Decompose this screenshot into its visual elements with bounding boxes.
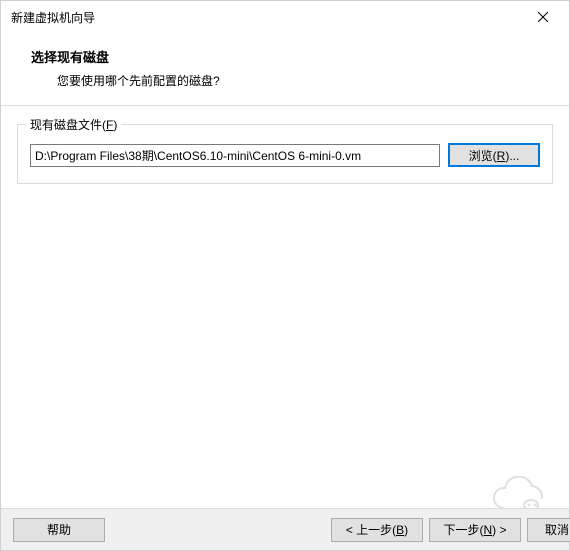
titlebar: 新建虚拟机向导	[1, 1, 569, 33]
back-button[interactable]: < 上一步(B)	[331, 518, 423, 542]
browse-suffix: )...	[505, 149, 519, 163]
browse-prefix: 浏览(	[469, 149, 497, 163]
next-suffix: ) >	[492, 523, 506, 537]
window-title: 新建虚拟机向导	[11, 9, 525, 26]
back-prefix: < 上一步(	[346, 523, 396, 537]
back-suffix: )	[404, 523, 408, 537]
close-icon	[538, 12, 548, 22]
existing-disk-fieldset: 现有磁盘文件(F) 浏览(R)...	[17, 124, 553, 184]
next-prefix: 下一步(	[443, 523, 483, 537]
wizard-header: 选择现有磁盘 您要使用哪个先前配置的磁盘?	[1, 33, 569, 105]
legend-suffix: )	[113, 118, 117, 132]
help-button[interactable]: 帮助	[13, 518, 105, 542]
back-hotkey: B	[396, 523, 404, 537]
browse-button[interactable]: 浏览(R)...	[448, 143, 540, 167]
page-title: 选择现有磁盘	[31, 47, 545, 66]
disk-path-input[interactable]	[30, 144, 440, 167]
cancel-button[interactable]: 取消	[527, 518, 570, 542]
close-button[interactable]	[525, 3, 561, 31]
next-button[interactable]: 下一步(N) >	[429, 518, 521, 542]
page-description: 您要使用哪个先前配置的磁盘?	[57, 72, 545, 89]
legend-prefix: 现有磁盘文件(	[30, 118, 106, 132]
footer: 帮助 < 上一步(B) 下一步(N) > 取消	[1, 508, 569, 550]
disk-path-row: 浏览(R)...	[30, 143, 540, 167]
fieldset-legend: 现有磁盘文件(F)	[26, 116, 121, 133]
next-hotkey: N	[483, 523, 492, 537]
content-area: 现有磁盘文件(F) 浏览(R)...	[1, 106, 569, 184]
